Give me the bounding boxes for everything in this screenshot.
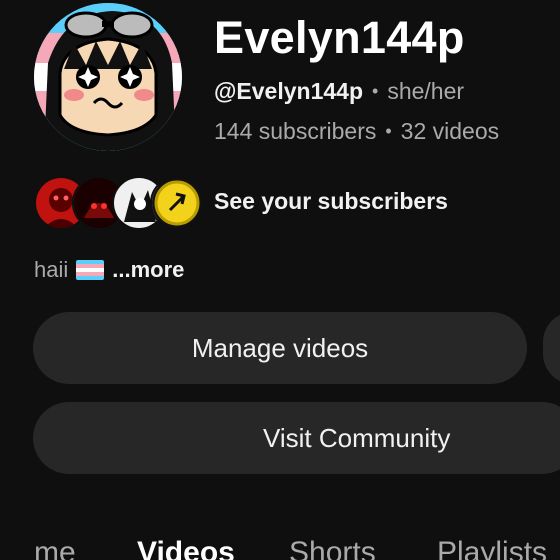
video-count: 32 videos bbox=[400, 118, 500, 144]
channel-handle: @Evelyn144p bbox=[214, 78, 364, 104]
manage-videos-button[interactable]: Manage videos bbox=[33, 312, 527, 384]
subscriber-avatars[interactable] bbox=[34, 176, 204, 230]
channel-handle-row: @Evelyn144p • she/her bbox=[214, 78, 464, 105]
subscriber-avatar bbox=[150, 176, 204, 230]
trans-flag-icon bbox=[76, 260, 105, 280]
channel-name: Evelyn144p bbox=[214, 12, 465, 63]
more-link[interactable]: ...more bbox=[112, 257, 184, 283]
channel-extra-button[interactable] bbox=[543, 312, 560, 384]
tab-shorts[interactable]: Shorts bbox=[289, 536, 376, 560]
tab-playlists[interactable]: Playlists bbox=[437, 536, 547, 560]
tab-home[interactable]: me bbox=[34, 536, 76, 560]
channel-description[interactable]: haii ...more bbox=[34, 257, 184, 283]
channel-page: Evelyn144p @Evelyn144p • she/her 144 subsc… bbox=[0, 0, 560, 560]
avatar-illustration bbox=[34, 3, 182, 151]
separator-dot: • bbox=[385, 121, 392, 141]
visit-community-button[interactable]: Visit Community bbox=[33, 402, 560, 474]
channel-pronouns: she/her bbox=[387, 78, 465, 104]
subscriber-count: 144 subscribers bbox=[214, 118, 377, 144]
channel-tabs: me Videos Shorts Playlists bbox=[0, 528, 560, 560]
tab-videos[interactable]: Videos bbox=[137, 536, 235, 560]
channel-stats-row: 144 subscribers • 32 videos bbox=[214, 118, 499, 145]
description-text: haii bbox=[34, 257, 69, 282]
see-subscribers-link[interactable]: See your subscribers bbox=[214, 188, 448, 215]
separator-dot: • bbox=[372, 81, 379, 101]
channel-avatar[interactable] bbox=[34, 3, 182, 151]
